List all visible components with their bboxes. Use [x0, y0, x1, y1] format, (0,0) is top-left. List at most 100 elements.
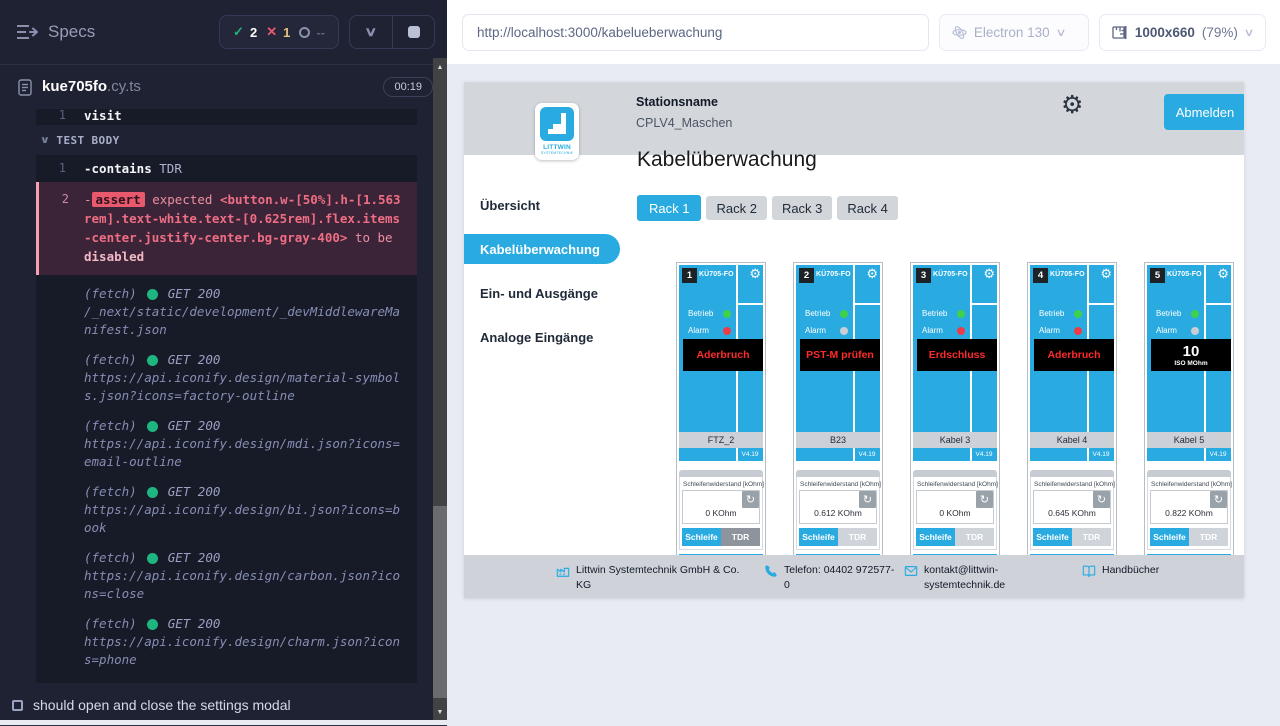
- refresh-icon[interactable]: ↻: [859, 491, 876, 508]
- url-input[interactable]: [462, 14, 929, 51]
- logout-button[interactable]: Abmelden: [1164, 94, 1244, 130]
- specs-title: Specs: [48, 22, 219, 42]
- sidebar-item[interactable]: Analoge Eingänge: [464, 315, 636, 359]
- tdr-button[interactable]: TDR: [838, 528, 877, 546]
- schleife-button[interactable]: Schleife: [1150, 528, 1189, 546]
- resistance-label: Schleifenwiderstand [kOhm]: [1033, 479, 1111, 490]
- refresh-icon[interactable]: ↻: [742, 491, 759, 508]
- cable-name: Kabel 5: [1147, 432, 1231, 448]
- alarm-led: [840, 327, 848, 335]
- rack-tab[interactable]: Rack 1: [637, 195, 701, 221]
- collapse-button[interactable]: ∨: [350, 16, 392, 48]
- resistance-panel: Schleifenwiderstand [kOhm] ↻ 0.645 KOhm …: [1030, 470, 1114, 566]
- specs-menu-icon[interactable]: [16, 24, 38, 40]
- fetch-log-row[interactable]: (fetch) GET 200 https://api.iconify.desi…: [36, 473, 417, 539]
- resistance-value: 0.612 KOhm: [800, 508, 876, 518]
- resistance-value-box: ↻ 0.612 KOhm: [799, 490, 877, 524]
- device-card: 5 KÜ705-FO ⚙ Betrieb Alarm 10 ISO MOhm: [1144, 262, 1234, 569]
- rack-tab[interactable]: Rack 3: [772, 196, 832, 220]
- sidebar-item[interactable]: Kabelüberwachung: [464, 234, 620, 264]
- fetch-status: GET 200: [168, 549, 221, 567]
- pending-test-icon: [12, 700, 23, 711]
- station-info: Stationsname CPLV4_Maschen: [636, 95, 732, 130]
- visit-command-clipped[interactable]: 1 visit http://localhost:3000/kabelueber…: [36, 109, 417, 125]
- device-card: 1 KÜ705-FO ⚙ Betrieb Alarm Aderbruch: [676, 262, 766, 569]
- stat-failed: ✕1: [266, 24, 290, 40]
- fetch-log-row[interactable]: (fetch) GET 200 https://api.iconify.desi…: [36, 341, 417, 407]
- stop-button[interactable]: [392, 16, 434, 48]
- device-gear-icon[interactable]: ⚙: [1217, 266, 1229, 282]
- fetch-log-row[interactable]: (fetch) GET 200 /_next/static/developmen…: [36, 275, 417, 341]
- schleife-button[interactable]: Schleife: [916, 528, 955, 546]
- fetch-log-row[interactable]: (fetch) GET 200 https://api.iconify.desi…: [36, 605, 417, 671]
- spec-file-row[interactable]: kue705fo.cy.ts 00:19: [0, 65, 447, 109]
- browser-select[interactable]: Electron 130 ∨: [939, 14, 1089, 51]
- divider: [1206, 303, 1231, 305]
- sidebar-item[interactable]: Ein- und Ausgänge: [464, 271, 636, 315]
- resistance-value-box: ↻ 0.645 KOhm: [1033, 490, 1111, 524]
- app-header: Stationsname CPLV4_Maschen ⚙ Abmelden: [464, 82, 1244, 155]
- resistance-panel: Schleifenwiderstand [kOhm] ↻ 0 KOhm Schl…: [679, 470, 763, 566]
- cross-icon: ✕: [266, 24, 277, 40]
- tdr-button[interactable]: TDR: [1072, 528, 1111, 546]
- sidebar-item[interactable]: Übersicht: [464, 183, 636, 227]
- electron-icon: [952, 25, 967, 40]
- scroll-down-arrow[interactable]: ▼: [433, 705, 447, 719]
- schleife-button[interactable]: Schleife: [1033, 528, 1072, 546]
- fetch-status: GET 200: [168, 417, 221, 435]
- rack-tab[interactable]: Rack 2: [706, 196, 766, 220]
- firmware-version: V4.19: [854, 451, 880, 458]
- runner-scrollbar[interactable]: ▲ ▼: [433, 58, 447, 720]
- device-gear-icon[interactable]: ⚙: [749, 266, 761, 282]
- resistance-panel: Schleifenwiderstand [kOhm] ↻ 0.822 KOhm …: [1147, 470, 1231, 566]
- fetch-log-list: (fetch) GET 200 /_next/static/developmen…: [36, 275, 417, 671]
- resistance-panel: Schleifenwiderstand [kOhm] ↻ 0.612 KOhm …: [796, 470, 880, 566]
- device-front: 5 KÜ705-FO ⚙ Betrieb Alarm 10 ISO MOhm: [1147, 265, 1231, 461]
- resistance-value: 0 KOhm: [917, 508, 993, 518]
- factory-icon: [556, 564, 570, 578]
- scrollbar-thumb[interactable]: [433, 506, 447, 698]
- test-body-toggle[interactable]: ∨ TEST BODY: [36, 125, 417, 155]
- fetch-url: https://api.iconify.design/carbon.json?i…: [84, 567, 407, 603]
- pending-test-row[interactable]: should open and close the settings modal: [0, 683, 447, 725]
- device-card: 3 KÜ705-FO ⚙ Betrieb Alarm Erdschluss: [910, 262, 1000, 569]
- tdr-button[interactable]: TDR: [1189, 528, 1228, 546]
- settings-gear-icon[interactable]: ⚙: [1061, 93, 1083, 118]
- test-body-label: TEST BODY: [56, 134, 119, 147]
- alarm-led: [723, 327, 731, 335]
- fetch-log-row[interactable]: (fetch) GET 200 https://api.iconify.desi…: [36, 539, 417, 605]
- refresh-icon[interactable]: ↻: [1210, 491, 1227, 508]
- panel-top-bar: [1030, 470, 1114, 477]
- panel-top-bar: [1147, 470, 1231, 477]
- resistance-value-box: ↻ 0 KOhm: [916, 490, 994, 524]
- device-gear-icon[interactable]: ⚙: [866, 266, 878, 282]
- refresh-icon[interactable]: ↻: [1093, 491, 1110, 508]
- runner-header: Specs ✓2 ✕1 -- ∨: [0, 0, 447, 64]
- device-gear-icon[interactable]: ⚙: [983, 266, 995, 282]
- device-model: KÜ705-FO: [1167, 271, 1202, 278]
- fetch-log-row[interactable]: (fetch) GET 200 https://api.iconify.desi…: [36, 407, 417, 473]
- contains-command-row[interactable]: 1 -contains TDR: [36, 155, 417, 182]
- fetch-label: (fetch): [84, 549, 137, 567]
- status-ok-dot: [147, 487, 158, 498]
- pending-circle-icon: [299, 27, 310, 38]
- assert-failed-row[interactable]: 2-assert expected <button.w-[50%].h-[1.5…: [36, 182, 417, 275]
- slot-number-badge: 1: [682, 268, 697, 283]
- rack-tab[interactable]: Rack 4: [837, 196, 897, 220]
- viewport-select[interactable]: 1000x660 (79%) ∨: [1099, 14, 1266, 51]
- resistance-value-box: ↻ 0 KOhm: [682, 490, 760, 524]
- browser-name: Electron 130: [974, 25, 1050, 40]
- refresh-icon[interactable]: ↻: [976, 491, 993, 508]
- resistance-value-box: ↻ 0.822 KOhm: [1150, 490, 1228, 524]
- footer-manuals-link[interactable]: Handbücher: [1082, 563, 1159, 578]
- schleife-button[interactable]: Schleife: [682, 528, 721, 546]
- device-gear-icon[interactable]: ⚙: [1100, 266, 1112, 282]
- schleife-button[interactable]: Schleife: [799, 528, 838, 546]
- display-status-text: Aderbruch: [1047, 349, 1100, 361]
- scroll-up-arrow[interactable]: ▲: [433, 60, 447, 74]
- tdr-button[interactable]: TDR: [955, 528, 994, 546]
- device-display: Erdschluss: [917, 339, 997, 371]
- tdr-button[interactable]: TDR: [721, 528, 760, 546]
- rack-tabs: Rack 1 Rack 2 Rack 3 Rack 4: [637, 196, 898, 221]
- alarm-led-row: Alarm: [1156, 326, 1199, 335]
